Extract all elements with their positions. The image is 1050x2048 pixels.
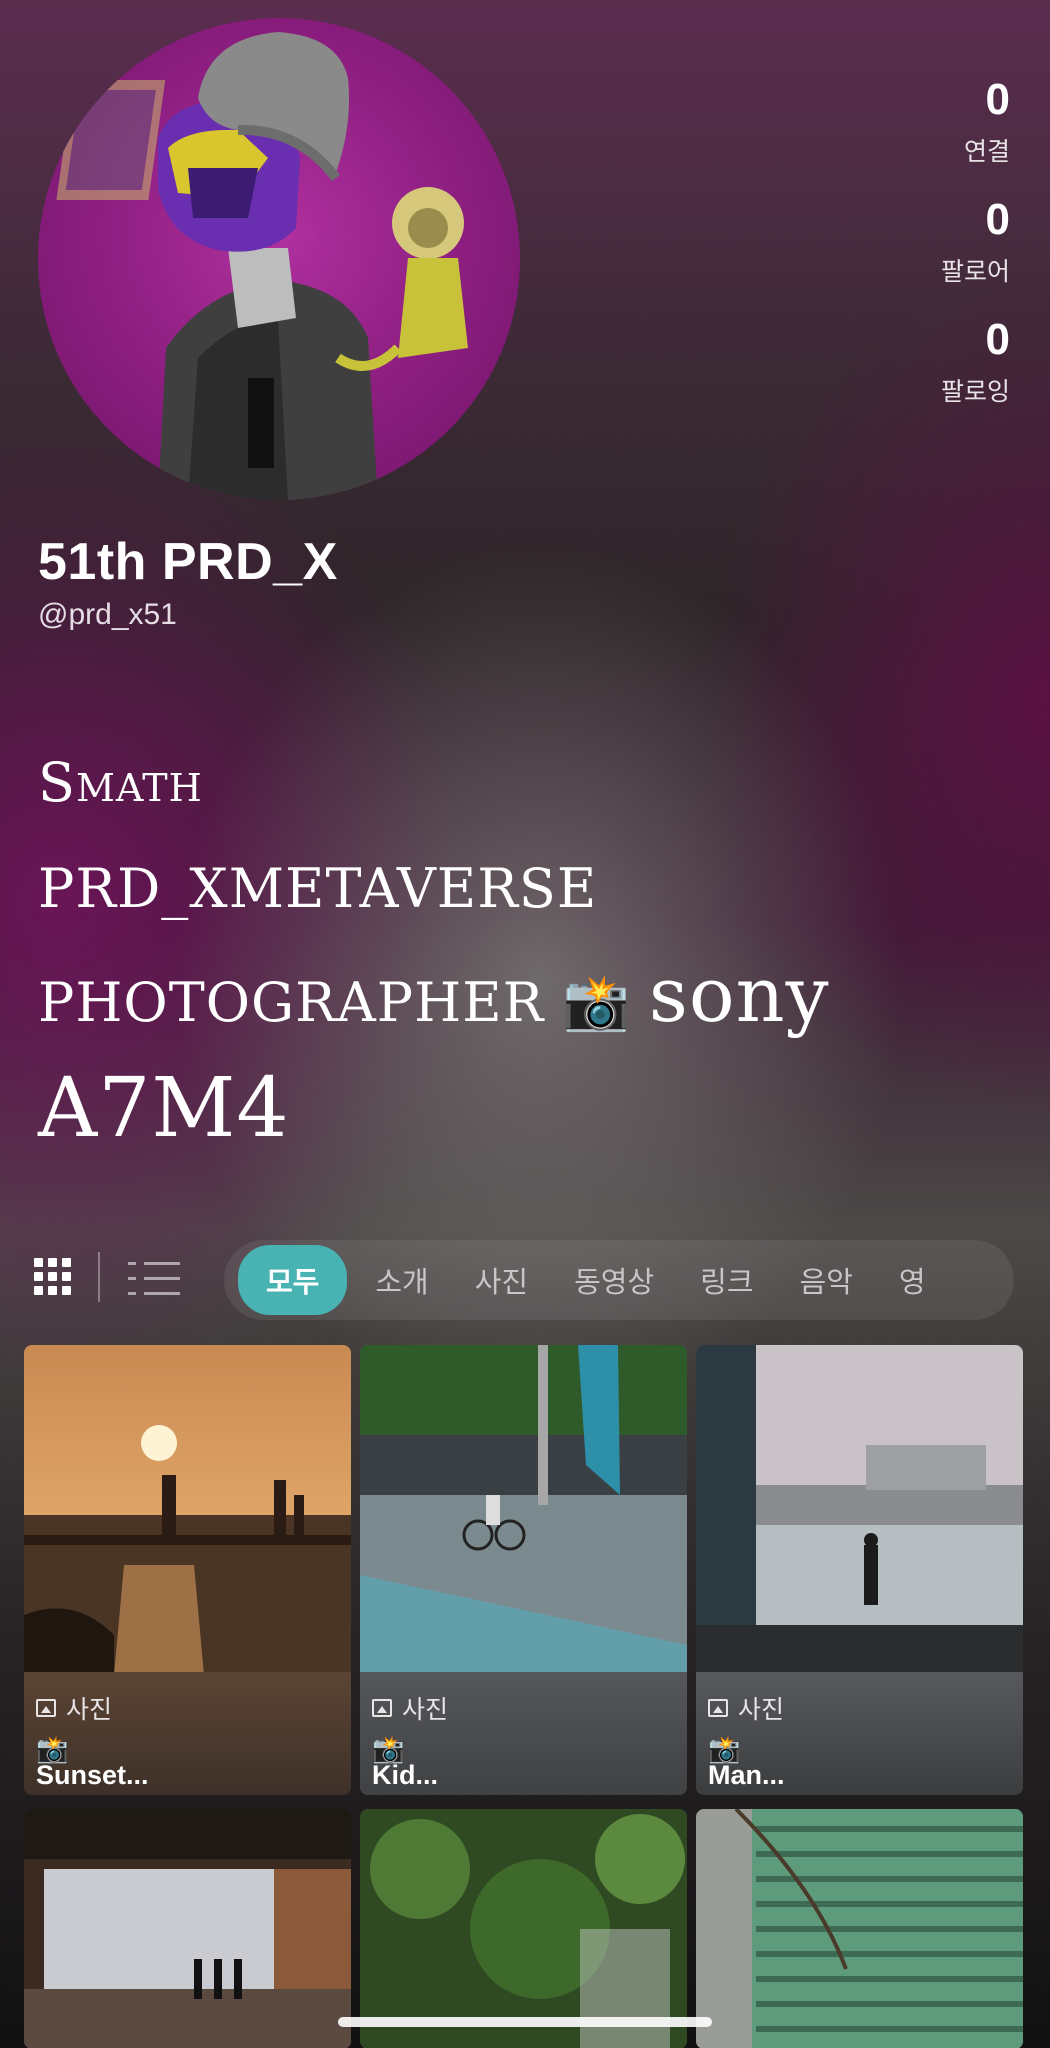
- tab-more[interactable]: 영: [899, 1247, 926, 1313]
- post-card[interactable]: 사진 📸 Kid...: [360, 1345, 687, 1795]
- tab-music[interactable]: 음악: [800, 1247, 853, 1313]
- bio-line: PHOTOGRAPHER 📸 sony: [38, 942, 938, 1056]
- stat-connections[interactable]: 0 연결: [810, 78, 1010, 168]
- bio-line: Smath: [38, 751, 203, 814]
- profile-stats: 0 연결 0 팔로어 0 팔로잉: [810, 78, 1010, 438]
- tab-all[interactable]: 모두: [238, 1245, 348, 1315]
- post-card[interactable]: [696, 1809, 1023, 2048]
- stat-followers-value: 0: [985, 195, 1010, 244]
- stat-connections-label: 연결: [963, 138, 1010, 166]
- grid-view-icon[interactable]: [34, 1258, 74, 1298]
- bio-text: PHOTOGRAPHER: [38, 971, 545, 1034]
- list-view-icon[interactable]: [128, 1260, 180, 1298]
- post-title: Man...: [708, 1760, 785, 1790]
- post-card[interactable]: 사진 📸 Man...: [696, 1345, 1023, 1795]
- profile-handle: @prd_x51: [38, 598, 177, 631]
- avatar-image: [56, 32, 468, 500]
- stat-following-label: 팔로잉: [940, 378, 1010, 406]
- image-icon: [372, 1699, 392, 1717]
- post-thumbnail: [360, 1345, 687, 1672]
- home-indicator[interactable]: [338, 2017, 712, 2027]
- tab-intro[interactable]: 소개: [375, 1247, 428, 1313]
- post-meta: 사진 📸 Man...: [696, 1672, 1023, 1795]
- category-tabs: 모두 소개 사진 동영상 링크 음악 영: [224, 1240, 1014, 1320]
- post-type-label: 사진: [402, 1696, 449, 1724]
- tab-videos[interactable]: 동영상: [574, 1247, 654, 1313]
- post-thumbnail: [24, 1809, 351, 2048]
- post-meta: 사진 📸 Sunset...: [24, 1672, 351, 1795]
- stat-following-value: 0: [985, 315, 1010, 364]
- post-thumbnail: [360, 1809, 687, 2048]
- post-type: 사진: [708, 1690, 784, 1726]
- content-toolbar: 모두 소개 사진 동영상 링크 음악 영: [0, 1240, 1050, 1320]
- stat-followers-label: 팔로어: [940, 258, 1010, 286]
- bio-text: sony: [648, 950, 830, 1039]
- profile-avatar[interactable]: [38, 18, 520, 500]
- post-title: Kid...: [372, 1760, 438, 1790]
- post-card[interactable]: [360, 1809, 687, 2048]
- post-title: Sunset...: [36, 1760, 149, 1790]
- tab-links[interactable]: 링크: [700, 1247, 753, 1313]
- profile-bio: Smath PRD_XMETAVERSE PHOTOGRAPHER 📸 sony…: [38, 730, 938, 1162]
- stat-following[interactable]: 0 팔로잉: [810, 318, 1010, 408]
- post-type: 사진: [372, 1690, 448, 1726]
- bio-line: PRD_XMETAVERSE: [38, 857, 598, 920]
- tab-photos[interactable]: 사진: [475, 1247, 528, 1313]
- stat-connections-value: 0: [985, 75, 1010, 124]
- post-type: 사진: [36, 1690, 112, 1726]
- toolbar-divider: [98, 1252, 100, 1302]
- post-card[interactable]: [24, 1809, 351, 2048]
- display-name: 51th PRD_X: [38, 533, 338, 591]
- post-meta: 사진 📸 Kid...: [360, 1672, 687, 1795]
- stat-followers[interactable]: 0 팔로어: [810, 198, 1010, 288]
- post-thumbnail: [696, 1809, 1023, 2048]
- bio-line: A7M4: [38, 1061, 290, 1156]
- post-card[interactable]: 사진 📸 Sunset...: [24, 1345, 351, 1795]
- image-icon: [708, 1699, 728, 1717]
- post-thumbnail: [24, 1345, 351, 1672]
- post-thumbnail: [696, 1345, 1023, 1672]
- post-type-label: 사진: [738, 1696, 785, 1724]
- post-type-label: 사진: [66, 1696, 113, 1724]
- camera-flash-icon: 📸: [562, 971, 631, 1034]
- image-icon: [36, 1699, 56, 1717]
